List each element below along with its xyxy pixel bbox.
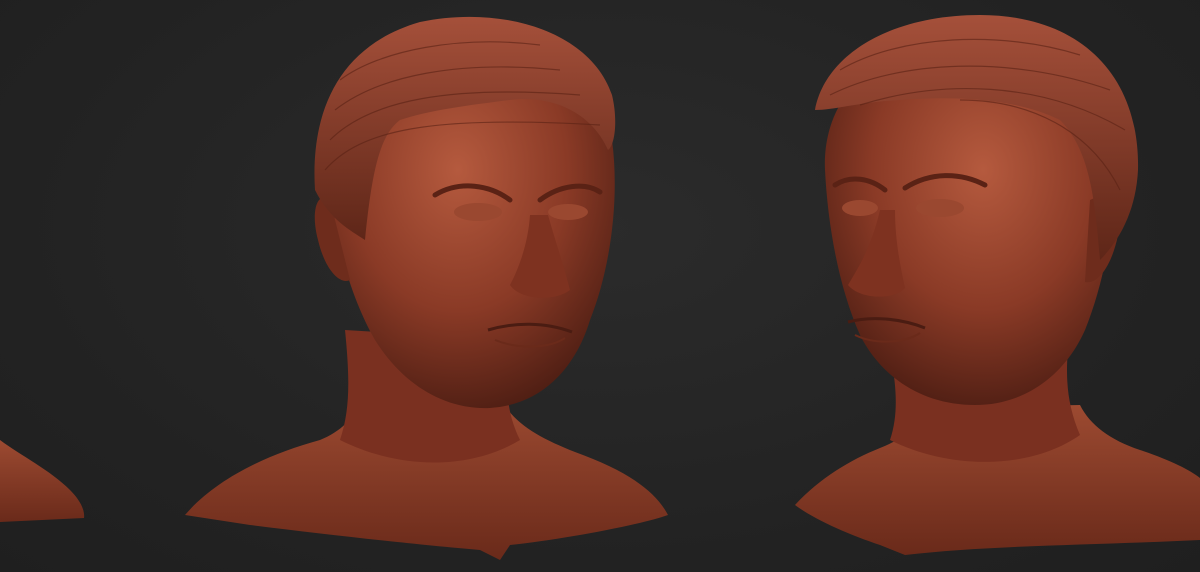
- sculpt-viewport: [0, 0, 1200, 572]
- bust-three-quarter-right: [795, 15, 1200, 555]
- bust-three-quarter-left: [185, 16, 668, 560]
- partial-bust-left: [0, 440, 85, 522]
- render-canvas: [0, 15, 1200, 560]
